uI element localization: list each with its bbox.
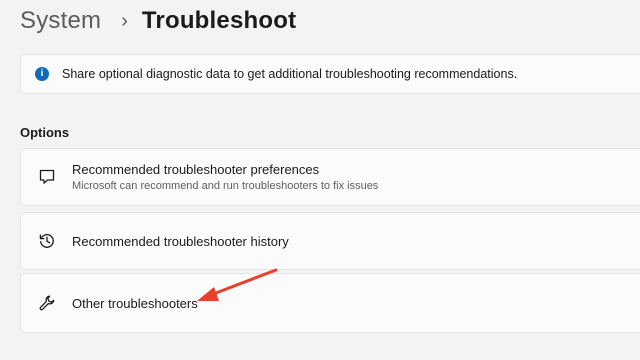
option-subtitle: Microsoft can recommend and run troubles… xyxy=(72,180,379,192)
options-heading: Options xyxy=(20,125,70,140)
option-title: Recommended troubleshooter preferences xyxy=(72,162,320,177)
option-other-troubleshooters[interactable]: Other troubleshooters xyxy=(20,273,640,333)
diagnostic-data-banner-text: Share optional diagnostic data to get ad… xyxy=(62,67,518,81)
chat-bubble-icon xyxy=(37,167,57,187)
breadcrumb: System › Troubleshoot xyxy=(20,4,296,38)
page-title: Troubleshoot xyxy=(141,7,297,34)
option-recommended-troubleshooter-history[interactable]: Recommended troubleshooter history xyxy=(20,212,640,270)
breadcrumb-system-link[interactable]: System xyxy=(20,7,101,35)
option-recommended-troubleshooter-preferences[interactable]: Recommended troubleshooter preferences M… xyxy=(20,148,640,206)
option-title: Other troubleshooters xyxy=(72,295,198,311)
breadcrumb-separator: › xyxy=(121,9,128,32)
diagnostic-data-banner[interactable]: i Share optional diagnostic data to get … xyxy=(20,54,640,94)
history-icon xyxy=(37,231,57,251)
info-icon: i xyxy=(35,67,49,81)
wrench-icon xyxy=(37,293,57,313)
option-title: Recommended troubleshooter history xyxy=(72,233,289,249)
